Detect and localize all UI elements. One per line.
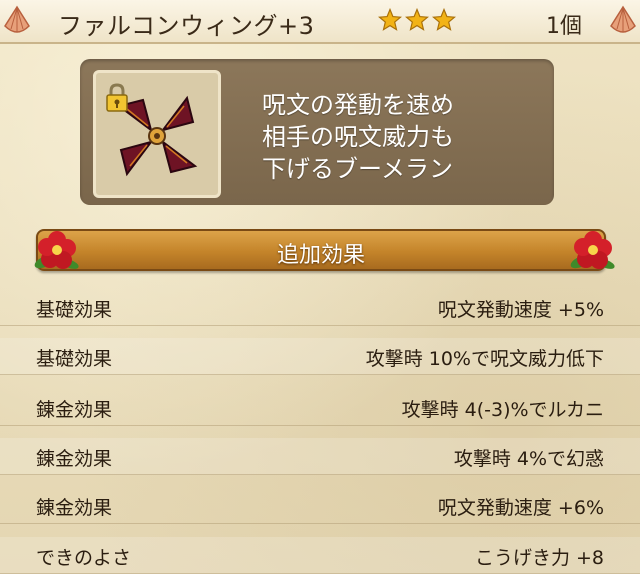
effect-value: こうげき力 +8 bbox=[474, 547, 604, 569]
effect-value: 攻撃時 4(-3)%でルカニ bbox=[401, 399, 604, 421]
effect-label: 錬金効果 bbox=[36, 497, 113, 519]
effects-title: 追加効果 bbox=[276, 243, 365, 268]
effect-label: 基礎効果 bbox=[36, 299, 113, 321]
shell-icon bbox=[4, 5, 30, 33]
effect-value: 呪文発動速度 +6% bbox=[437, 497, 604, 519]
effect-label: 錬金効果 bbox=[36, 399, 113, 421]
effect-label: 基礎効果 bbox=[36, 348, 113, 370]
item-header: ファルコンウィング+3 1個 bbox=[0, 0, 640, 44]
description-line: 下げるブーメラン bbox=[262, 155, 454, 183]
effect-row: できのよさ こうげき力 +8 bbox=[0, 537, 640, 574]
item-name: ファルコンウィング+3 bbox=[58, 12, 315, 40]
star-icon bbox=[432, 8, 456, 31]
effects-banner: 追加効果 bbox=[36, 229, 606, 271]
description-line: 相手の呪文威力も bbox=[262, 123, 454, 151]
effect-label: 錬金効果 bbox=[36, 448, 113, 470]
effect-row: 基礎効果 攻撃時 10%で呪文威力低下 bbox=[0, 338, 640, 375]
effect-value: 攻撃時 10%で呪文威力低下 bbox=[365, 348, 604, 370]
rarity-stars bbox=[378, 8, 456, 32]
lock-icon bbox=[106, 83, 128, 112]
hibiscus-flower-icon bbox=[34, 231, 79, 269]
shell-icon bbox=[610, 5, 636, 33]
item-description: 呪文の発動を速め 相手の呪文威力も 下げるブーメラン bbox=[262, 89, 522, 185]
hibiscus-flower-icon bbox=[570, 231, 615, 269]
star-icon bbox=[405, 8, 429, 31]
effect-row: 錬金効果 呪文発動速度 +6% bbox=[0, 487, 640, 524]
effect-value: 攻撃時 4%で幻惑 bbox=[453, 448, 604, 470]
effect-value: 呪文発動速度 +5% bbox=[437, 299, 604, 321]
effect-row: 錬金効果 攻撃時 4%で幻惑 bbox=[0, 438, 640, 475]
effect-row: 基礎効果 呪文発動速度 +5% bbox=[0, 289, 640, 326]
effect-label: できのよさ bbox=[36, 547, 132, 569]
description-line: 呪文の発動を速め bbox=[262, 91, 454, 119]
item-icon-frame[interactable] bbox=[93, 70, 221, 198]
star-icon bbox=[378, 8, 402, 31]
item-quantity: 1個 bbox=[546, 14, 582, 39]
effect-row: 錬金効果 攻撃時 4(-3)%でルカニ bbox=[0, 389, 640, 426]
